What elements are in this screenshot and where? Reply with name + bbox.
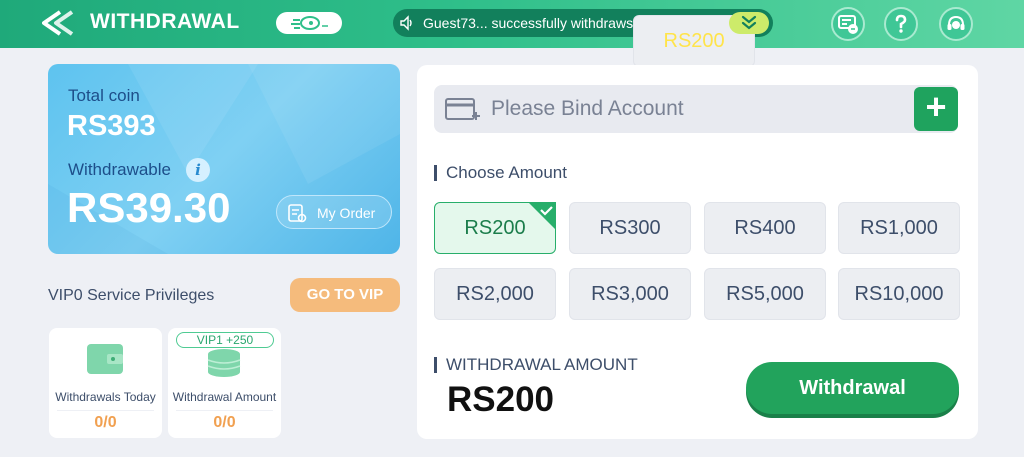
back-arrow-icon[interactable] bbox=[42, 10, 80, 36]
divider bbox=[176, 410, 273, 411]
withdraw-panel: Please Bind Account + Choose Amount RS20… bbox=[417, 65, 978, 439]
amount-option-label: RS200 bbox=[464, 217, 526, 239]
withdrawal-button[interactable]: Withdrawal bbox=[746, 362, 959, 414]
stat-value: 0/0 bbox=[94, 414, 117, 431]
ticker-message: Guest73... successfully withdraws bbox=[423, 15, 634, 31]
amount-option[interactable]: RS2,000 bbox=[434, 268, 556, 320]
withdrawal-amount-value: RS200 bbox=[447, 380, 555, 419]
add-account-button[interactable]: + bbox=[914, 87, 958, 131]
ticker-text: Guest73... successfully withdraws RS200 bbox=[423, 15, 756, 67]
wallet-card: Total coin RS393 Withdrawable i RS39.30 … bbox=[48, 64, 400, 254]
speaker-icon bbox=[400, 15, 412, 31]
coin-stack-icon bbox=[207, 349, 241, 377]
total-coin-value: RS393 bbox=[67, 110, 156, 142]
chat-icon bbox=[838, 15, 858, 34]
speed-toggle[interactable] bbox=[276, 12, 342, 34]
withdrawal-amount-label: WITHDRAWAL AMOUNT bbox=[434, 355, 638, 375]
order-list-icon bbox=[288, 204, 307, 223]
choose-amount-label: Choose Amount bbox=[434, 163, 567, 183]
divider bbox=[57, 410, 154, 411]
my-order-label: My Order bbox=[317, 205, 376, 221]
amount-option[interactable]: RS5,000 bbox=[704, 268, 826, 320]
message-button[interactable] bbox=[831, 7, 865, 41]
amount-option[interactable]: RS400 bbox=[704, 202, 826, 254]
total-coin-label: Total coin bbox=[68, 86, 140, 105]
headset-icon bbox=[947, 15, 965, 30]
stat-name: Withdrawal Amount bbox=[172, 390, 277, 404]
support-button[interactable] bbox=[939, 7, 973, 41]
amount-option[interactable]: RS1,000 bbox=[838, 202, 960, 254]
check-icon bbox=[528, 202, 556, 230]
amount-option[interactable]: RS200 bbox=[434, 202, 556, 254]
bind-account-placeholder: Please Bind Account bbox=[491, 97, 684, 120]
withdrawable-label: Withdrawable bbox=[68, 160, 171, 179]
wallet-icon bbox=[87, 344, 123, 374]
vip-privileges-label: VIP0 Service Privileges bbox=[48, 287, 215, 304]
page-title: WITHDRAWAL bbox=[90, 10, 240, 33]
bind-account-field[interactable]: Please Bind Account + bbox=[434, 85, 958, 133]
question-icon bbox=[895, 14, 907, 33]
amount-option[interactable]: RS3,000 bbox=[569, 268, 691, 320]
amount-option[interactable]: RS300 bbox=[569, 202, 691, 254]
ticker-expand-button[interactable] bbox=[729, 12, 769, 34]
help-button[interactable] bbox=[884, 7, 918, 41]
bank-card-icon bbox=[445, 98, 480, 120]
withdraw-ticker: Guest73... successfully withdraws RS200 bbox=[393, 9, 773, 67]
rocket-icon bbox=[291, 16, 328, 30]
top-bar: WITHDRAWAL Guest73... successfully withd… bbox=[0, 0, 1024, 67]
withdrawable-value: RS39.30 bbox=[67, 184, 231, 231]
info-icon[interactable]: i bbox=[186, 158, 210, 182]
withdrawal-amount-card: VIP1 +250 Withdrawal Amount 0/0 bbox=[168, 328, 281, 438]
stat-value: 0/0 bbox=[213, 414, 236, 431]
my-order-button[interactable]: My Order bbox=[276, 195, 392, 229]
chevron-down-icon bbox=[741, 15, 757, 30]
withdrawals-today-card: Withdrawals Today 0/0 bbox=[49, 328, 162, 438]
stat-name: Withdrawals Today bbox=[55, 390, 156, 404]
go-to-vip-button[interactable]: GO TO VIP bbox=[290, 278, 400, 312]
amount-option[interactable]: RS10,000 bbox=[838, 268, 960, 320]
